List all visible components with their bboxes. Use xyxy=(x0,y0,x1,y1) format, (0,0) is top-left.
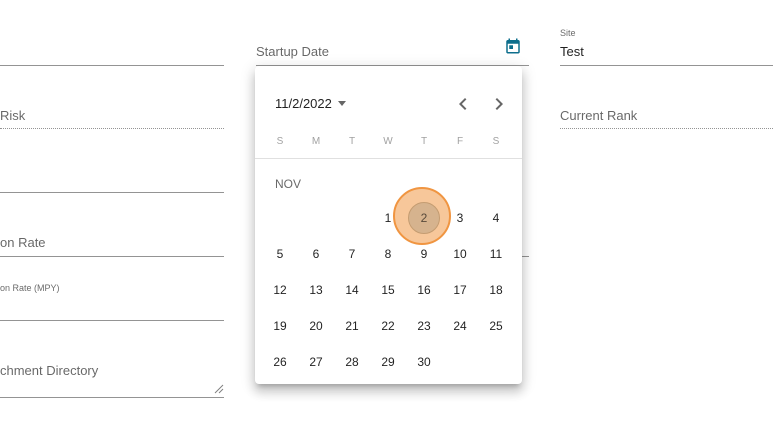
day-cell[interactable]: 17 xyxy=(442,272,478,308)
selected-date-label: 11/2/2022 xyxy=(275,95,332,111)
current-rank-underline[interactable] xyxy=(560,128,773,129)
day-number: 15 xyxy=(381,283,395,297)
day-number: 24 xyxy=(453,319,467,333)
day-number: 22 xyxy=(381,319,395,333)
day-number: 29 xyxy=(381,355,395,369)
risk-label: Risk xyxy=(0,108,26,123)
day-cell[interactable]: 14 xyxy=(334,272,370,308)
attachment-directory-label: chment Directory xyxy=(0,363,99,378)
weekday-label: S xyxy=(276,136,284,147)
day-number: 6 xyxy=(312,247,320,261)
day-number: 2 xyxy=(420,211,428,225)
day-cell[interactable]: 8 xyxy=(370,236,406,272)
day-number: 20 xyxy=(309,319,323,333)
day-number: 1 xyxy=(384,211,392,225)
rate-field-underline[interactable] xyxy=(0,256,224,257)
day-cell[interactable]: 18 xyxy=(478,272,514,308)
chevron-left-icon[interactable] xyxy=(451,92,475,116)
weekday-label: F xyxy=(456,136,464,147)
day-cell[interactable]: 6 xyxy=(298,236,334,272)
weekday-label: T xyxy=(348,136,356,147)
site-label: Site xyxy=(560,28,576,38)
day-cell[interactable]: 22 xyxy=(370,308,406,344)
site-field-underline[interactable] xyxy=(560,65,773,66)
day-number: 12 xyxy=(273,283,287,297)
resize-handle-icon[interactable] xyxy=(214,384,224,394)
day-number: 7 xyxy=(348,247,356,261)
day-cell[interactable]: 13 xyxy=(298,272,334,308)
attachment-directory-underline[interactable] xyxy=(0,397,224,398)
day-cell[interactable]: 4 xyxy=(478,200,514,236)
day-number: 25 xyxy=(489,319,503,333)
calendar-icon[interactable] xyxy=(504,37,522,55)
day-number: 4 xyxy=(492,211,500,225)
day-cell[interactable]: 12 xyxy=(262,272,298,308)
day-cell[interactable]: 15 xyxy=(370,272,406,308)
day-number: 18 xyxy=(489,283,503,297)
day-cell[interactable]: 23 xyxy=(406,308,442,344)
weekday-header: SMTWTFS xyxy=(262,136,514,147)
day-cell[interactable]: 7 xyxy=(334,236,370,272)
rate-mpy-field-underline[interactable] xyxy=(0,320,224,321)
divider xyxy=(255,158,522,159)
date-picker-popup: 11/2/2022 SMTWTFS NOV 1 2 3 4 5 6 7 8 9 10 11 12 13 1… xyxy=(255,66,522,384)
day-number: 5 xyxy=(276,247,284,261)
day-number: 11 xyxy=(489,247,503,261)
field-underline xyxy=(0,65,224,66)
day-number: 8 xyxy=(384,247,392,261)
day-cell[interactable]: 20 xyxy=(298,308,334,344)
day-cell[interactable]: 19 xyxy=(262,308,298,344)
day-number: 10 xyxy=(453,247,467,261)
day-cell[interactable]: 16 xyxy=(406,272,442,308)
day-cell[interactable]: 10 xyxy=(442,236,478,272)
weekday-label: T xyxy=(420,136,428,147)
risk-field-underline[interactable] xyxy=(0,128,224,129)
day-cell[interactable]: 30 xyxy=(406,344,442,380)
day-cell[interactable]: 3 xyxy=(442,200,478,236)
day-number: 9 xyxy=(420,247,428,261)
month-label: NOV xyxy=(275,177,302,191)
day-number: 27 xyxy=(309,355,323,369)
day-cell[interactable]: 26 xyxy=(262,344,298,380)
current-rank-label: Current Rank xyxy=(560,108,638,123)
day-number: 30 xyxy=(417,355,431,369)
day-cell[interactable]: 27 xyxy=(298,344,334,380)
day-cell[interactable]: 29 xyxy=(370,344,406,380)
site-value[interactable]: Test xyxy=(560,44,584,59)
startup-date-label: Startup Date xyxy=(256,44,329,59)
day-number: 19 xyxy=(273,319,287,333)
day-number: 28 xyxy=(345,355,359,369)
day-cell[interactable]: 5 xyxy=(262,236,298,272)
weekday-label: M xyxy=(311,136,321,147)
day-number: 3 xyxy=(456,211,464,225)
day-number: 14 xyxy=(345,283,359,297)
day-cell[interactable]: 25 xyxy=(478,308,514,344)
rate-mpy-label: on Rate (MPY) xyxy=(0,283,60,293)
day-cell[interactable]: 21 xyxy=(334,308,370,344)
weekday-label: W xyxy=(383,136,393,147)
day-cell[interactable]: 28 xyxy=(334,344,370,380)
day-cell[interactable]: 11 xyxy=(478,236,514,272)
day-number: 16 xyxy=(417,283,431,297)
field-underline[interactable] xyxy=(0,192,224,193)
day-cell[interactable]: 9 xyxy=(406,236,442,272)
day-number: 23 xyxy=(417,319,431,333)
rate-label: on Rate xyxy=(0,235,46,250)
day-cell[interactable]: 2 xyxy=(393,187,451,245)
day-number: 13 xyxy=(309,283,323,297)
chevron-right-icon[interactable] xyxy=(487,92,511,116)
month-year-switch[interactable]: 11/2/2022 xyxy=(275,93,346,113)
day-number: 17 xyxy=(453,283,467,297)
dropdown-caret-icon xyxy=(337,100,346,106)
day-number: 21 xyxy=(345,319,359,333)
weekday-label: S xyxy=(492,136,500,147)
day-cell[interactable]: 24 xyxy=(442,308,478,344)
field-underline-stub xyxy=(522,256,529,257)
day-number: 26 xyxy=(273,355,287,369)
